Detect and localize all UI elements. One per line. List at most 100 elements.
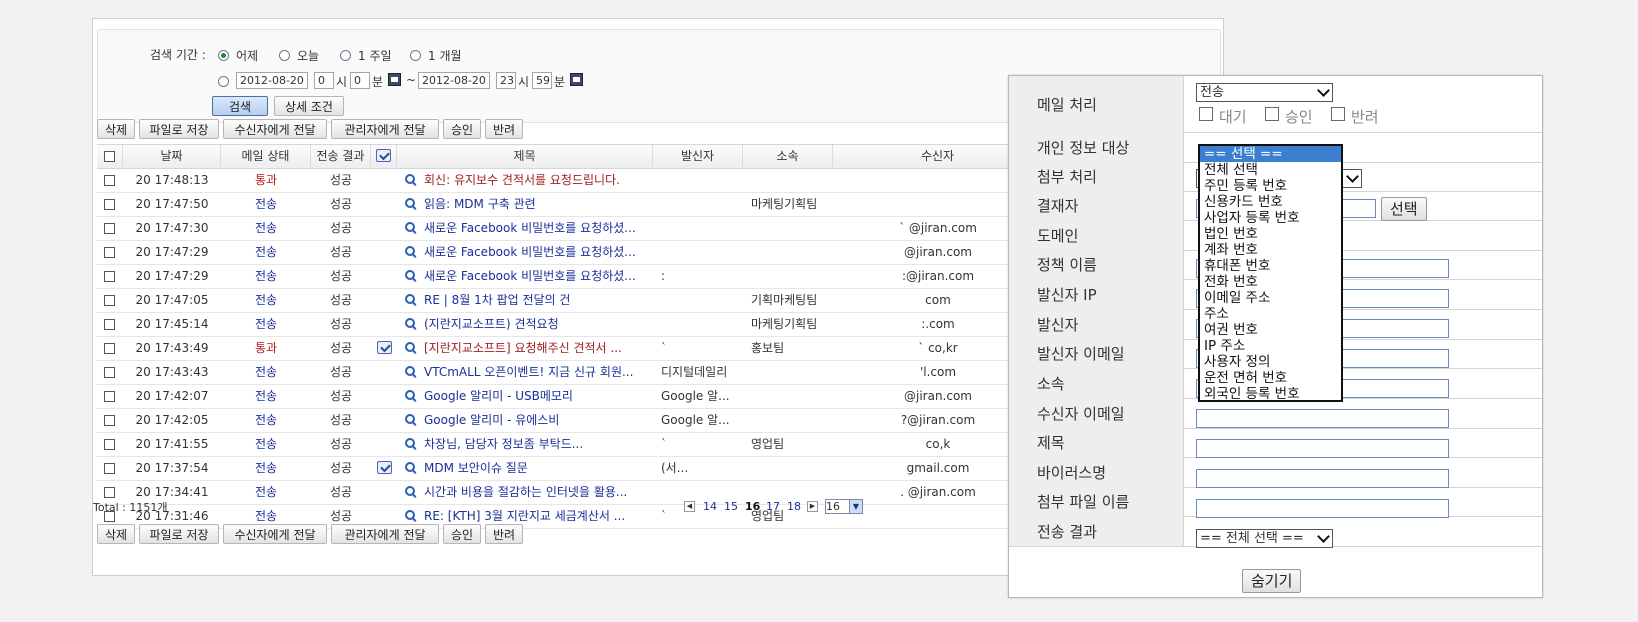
row-subject-text[interactable]: MDM 보안이슈 질문: [424, 461, 528, 475]
dropdown-option[interactable]: 이메일 주소: [1200, 290, 1341, 306]
row-subject[interactable]: 새로운 Facebook 비밀번호를 요청하셨...: [397, 217, 653, 239]
header-sender[interactable]: 발신자: [653, 145, 743, 167]
calendar-from-icon[interactable]: [388, 73, 401, 86]
prev-page-icon[interactable]: ◀: [684, 501, 695, 512]
row-subject[interactable]: 회신: 유지보수 견적서를 요청드립니다.: [397, 169, 653, 191]
row-checkbox[interactable]: [104, 391, 115, 402]
approve-button-bottom[interactable]: 승인: [443, 524, 481, 544]
dropdown-option[interactable]: 주민 등록 번호: [1200, 178, 1341, 194]
dropdown-option[interactable]: 여권 번호: [1200, 322, 1341, 338]
row-subject[interactable]: RE | 8월 1차 팝업 전달의 건: [397, 289, 653, 311]
attachment-name-input[interactable]: [1196, 499, 1449, 518]
page-17[interactable]: 17: [766, 500, 780, 513]
next-page-icon[interactable]: ▶: [807, 501, 818, 512]
row-subject[interactable]: 읽음: MDM 구축 관련: [397, 193, 653, 215]
virus-name-input[interactable]: [1196, 469, 1449, 488]
row-subject[interactable]: Google 알리미 - 유에스비: [397, 409, 653, 431]
header-result[interactable]: 전송 결과: [311, 145, 371, 167]
dropdown-option[interactable]: 주소: [1200, 306, 1341, 322]
forward-to-recipient-button[interactable]: 수신자에게 전달: [223, 119, 327, 139]
row-checkbox[interactable]: [104, 271, 115, 282]
check-approved[interactable]: [1265, 107, 1279, 121]
header-state[interactable]: 메일 상태: [221, 145, 311, 167]
forward-to-recipient-button-bottom[interactable]: 수신자에게 전달: [223, 524, 327, 544]
row-checkbox[interactable]: [104, 319, 115, 330]
forward-to-admin-button-bottom[interactable]: 관리자에게 전달: [331, 524, 439, 544]
row-subject-text[interactable]: 회신: 유지보수 견적서를 요청드립니다.: [424, 173, 620, 187]
approver-select-button[interactable]: 선택: [1381, 197, 1427, 221]
dropdown-option[interactable]: IP 주소: [1200, 338, 1341, 354]
row-subject-text[interactable]: Google 알리미 - 유에스비: [424, 413, 559, 427]
row-checkbox[interactable]: [104, 439, 115, 450]
radio-custom-range[interactable]: [218, 76, 229, 87]
preview-search-icon[interactable]: [405, 174, 416, 185]
page-15[interactable]: 15: [724, 500, 738, 513]
row-subject-text[interactable]: [지란지교소프트] 요청해주신 견적서 ...: [424, 341, 622, 355]
dropdown-option[interactable]: 계좌 번호: [1200, 242, 1341, 258]
mail-process-select[interactable]: 전송: [1196, 83, 1333, 102]
dropdown-option[interactable]: 전체 선택: [1200, 162, 1341, 178]
row-subject-text[interactable]: 새로운 Facebook 비밀번호를 요청하셨...: [424, 245, 636, 259]
dropdown-option[interactable]: 법인 번호: [1200, 226, 1341, 242]
page-14[interactable]: 14: [703, 500, 717, 513]
row-subject[interactable]: Google 알리미 - USB메모리: [397, 385, 653, 407]
preview-search-icon[interactable]: [405, 222, 416, 233]
page-select[interactable]: 16 ▼: [825, 499, 863, 514]
save-to-file-button-bottom[interactable]: 파일로 저장: [139, 524, 219, 544]
row-checkbox[interactable]: [104, 415, 115, 426]
preview-search-icon[interactable]: [405, 438, 416, 449]
row-checkbox[interactable]: [104, 247, 115, 258]
check-rejected[interactable]: [1331, 107, 1345, 121]
dropdown-option[interactable]: == 선택 ==: [1200, 146, 1341, 162]
row-subject-text[interactable]: 새로운 Facebook 비밀번호를 요청하셨...: [424, 221, 636, 235]
dropdown-option[interactable]: 운전 면허 번호: [1200, 370, 1341, 386]
header-dept[interactable]: 소속: [743, 145, 833, 167]
dropdown-option[interactable]: 휴대폰 번호: [1200, 258, 1341, 274]
row-subject-text[interactable]: RE | 8월 1차 팝업 전달의 건: [424, 293, 570, 307]
row-subject[interactable]: 차장님, 담당자 정보좀 부탁드...: [397, 433, 653, 455]
reject-button[interactable]: 반려: [485, 119, 523, 139]
preview-search-icon[interactable]: [405, 246, 416, 257]
row-subject[interactable]: 새로운 Facebook 비밀번호를 요청하셨...: [397, 241, 653, 263]
radio-month[interactable]: [410, 50, 421, 61]
page-18[interactable]: 18: [787, 500, 801, 513]
dropdown-option[interactable]: 전화 번호: [1200, 274, 1341, 290]
header-date[interactable]: 날짜: [123, 145, 221, 167]
forward-to-admin-button[interactable]: 관리자에게 전달: [331, 119, 439, 139]
preview-search-icon[interactable]: [405, 462, 416, 473]
delete-button-bottom[interactable]: 삭제: [97, 524, 135, 544]
dropdown-option[interactable]: 사용자 정의: [1200, 354, 1341, 370]
row-subject-text[interactable]: 차장님, 담당자 정보좀 부탁드...: [424, 437, 583, 451]
select-all-checkbox[interactable]: [104, 151, 115, 162]
date-to-input[interactable]: 2012-08-20: [418, 72, 490, 89]
radio-today[interactable]: [279, 50, 290, 61]
header-subject[interactable]: 제목: [397, 145, 653, 167]
approve-button[interactable]: 승인: [443, 119, 481, 139]
row-subject-text[interactable]: VTCmALL 오픈이벤트! 지금 신규 회원...: [424, 365, 633, 379]
preview-search-icon[interactable]: [405, 198, 416, 209]
recipient-email-input[interactable]: [1196, 409, 1449, 428]
dropdown-option[interactable]: 사업자 등록 번호: [1200, 210, 1341, 226]
search-button[interactable]: 검색: [212, 96, 268, 116]
dropdown-option[interactable]: 신용카드 번호: [1200, 194, 1341, 210]
row-subject[interactable]: (지란지교소프트) 견적요청: [397, 313, 653, 335]
row-checkbox[interactable]: [104, 199, 115, 210]
row-subject-text[interactable]: 읽음: MDM 구축 관련: [424, 197, 536, 211]
subject-input[interactable]: [1196, 439, 1449, 458]
hide-button[interactable]: 숨기기: [1242, 569, 1302, 593]
row-checkbox[interactable]: [104, 223, 115, 234]
approval-icon[interactable]: [376, 461, 392, 474]
row-checkbox[interactable]: [104, 367, 115, 378]
privacy-target-dropdown-list[interactable]: == 선택 == 전체 선택 주민 등록 번호 신용카드 번호 사업자 등록 번호 법인 …: [1198, 144, 1343, 402]
hour-to-input[interactable]: 23: [496, 72, 516, 89]
row-checkbox[interactable]: [104, 175, 115, 186]
row-subject[interactable]: [지란지교소프트] 요청해주신 견적서 ...: [397, 337, 653, 359]
row-subject-text[interactable]: Google 알리미 - USB메모리: [424, 389, 573, 403]
row-checkbox[interactable]: [104, 343, 115, 354]
preview-search-icon[interactable]: [405, 270, 416, 281]
radio-yesterday[interactable]: [218, 50, 229, 61]
preview-search-icon[interactable]: [405, 486, 416, 497]
calendar-to-icon[interactable]: [570, 73, 583, 86]
detail-conditions-button[interactable]: 상세 조건: [274, 96, 344, 116]
preview-search-icon[interactable]: [405, 366, 416, 377]
